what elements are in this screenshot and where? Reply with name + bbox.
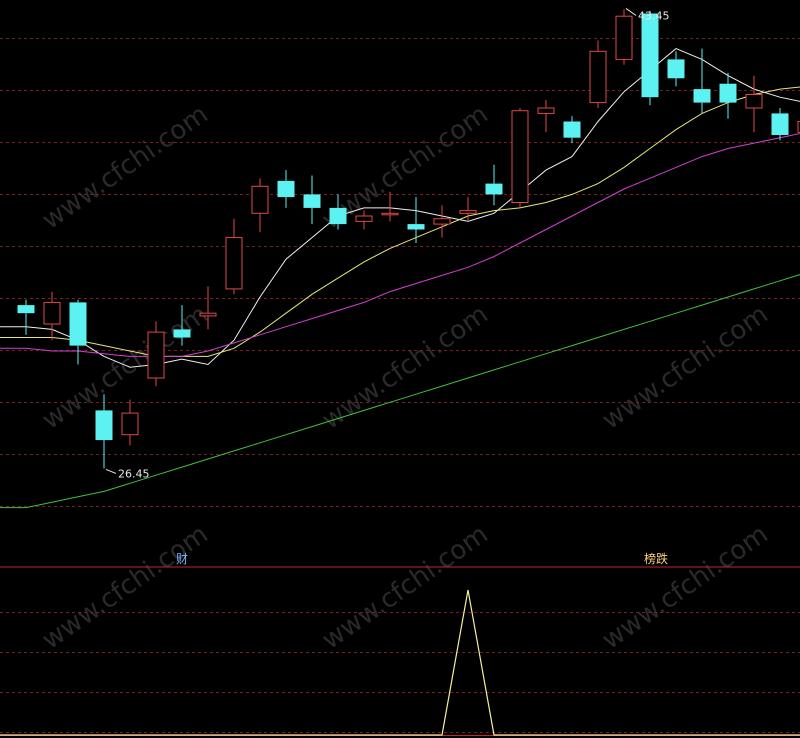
low-price-label: 26.45 xyxy=(118,467,150,480)
candle-body xyxy=(147,331,165,379)
candle xyxy=(459,197,477,222)
candle xyxy=(589,40,607,108)
candle-body xyxy=(251,185,269,214)
moving-average-lines xyxy=(0,48,800,509)
candle xyxy=(511,108,529,208)
indicator-grid xyxy=(0,612,800,733)
candle xyxy=(303,175,321,225)
candle xyxy=(719,72,737,119)
candle-body xyxy=(277,180,295,198)
candle xyxy=(667,51,685,87)
candle-body xyxy=(17,305,35,314)
candle xyxy=(745,75,763,133)
candle xyxy=(95,394,113,469)
candle xyxy=(641,10,659,106)
candle xyxy=(485,164,503,206)
candle xyxy=(615,9,633,65)
candle xyxy=(277,170,295,208)
candle-body xyxy=(615,15,633,60)
candle-body xyxy=(537,107,555,114)
candle xyxy=(225,218,243,295)
candle-body xyxy=(667,59,685,79)
candlesticks xyxy=(17,9,800,469)
candle-body xyxy=(407,224,425,230)
ma10-line xyxy=(0,86,800,357)
candle-body xyxy=(771,113,789,135)
watermarks: www.cfchi.com www.cfchi.com www.cfchi.com w… xyxy=(37,99,774,655)
candle-body xyxy=(69,302,87,346)
candle-body xyxy=(225,237,243,290)
candle-body xyxy=(43,301,61,325)
candle xyxy=(17,299,35,335)
candle xyxy=(43,291,61,341)
candle-body xyxy=(433,218,451,225)
low-marker-line xyxy=(105,468,117,474)
candle-body xyxy=(329,207,347,225)
candle-body xyxy=(95,410,113,441)
high-price-label: 43.45 xyxy=(638,9,670,22)
candle-body xyxy=(303,194,321,208)
watermark-text: www.cfchi.com xyxy=(317,519,494,655)
signal-line xyxy=(0,589,800,736)
candle xyxy=(69,299,87,365)
candle-body xyxy=(589,50,607,104)
candle-body xyxy=(459,210,477,214)
stock-chart: www.cfchi.com www.cfchi.com www.cfchi.com w… xyxy=(0,8,800,736)
candle-body xyxy=(563,121,581,138)
candle-body xyxy=(199,312,217,317)
candle xyxy=(433,205,451,238)
candle-body xyxy=(693,89,711,103)
candle-body xyxy=(485,183,503,195)
candle-body xyxy=(173,329,191,338)
candle-body xyxy=(121,412,139,436)
price-markers: 43.45 26.45 xyxy=(105,8,670,480)
candle-body xyxy=(381,212,399,216)
candle-body xyxy=(745,94,763,109)
candle xyxy=(251,178,269,233)
watermark-text: www.cfchi.com xyxy=(37,519,214,655)
candle-body xyxy=(719,83,737,103)
candle-body xyxy=(511,110,529,203)
candle xyxy=(121,399,139,446)
candle xyxy=(537,99,555,133)
signal-tag: 榜跌 xyxy=(644,551,668,566)
watermark-text: www.cfchi.com xyxy=(317,299,494,435)
watermark-text: www.cfchi.com xyxy=(597,519,774,655)
signal-tag: 财 xyxy=(176,552,188,566)
signal-indicator xyxy=(0,589,800,736)
candle xyxy=(563,116,581,144)
candle xyxy=(407,197,425,243)
candle-body xyxy=(641,13,659,98)
watermark-text: www.cfchi.com xyxy=(597,299,774,435)
ma5-line xyxy=(0,48,800,368)
watermark-text: www.cfchi.com xyxy=(37,99,214,235)
main-grid xyxy=(0,38,800,507)
candle-body xyxy=(355,215,373,222)
candle xyxy=(693,48,711,114)
candle xyxy=(771,108,789,141)
high-marker-line xyxy=(625,8,637,16)
